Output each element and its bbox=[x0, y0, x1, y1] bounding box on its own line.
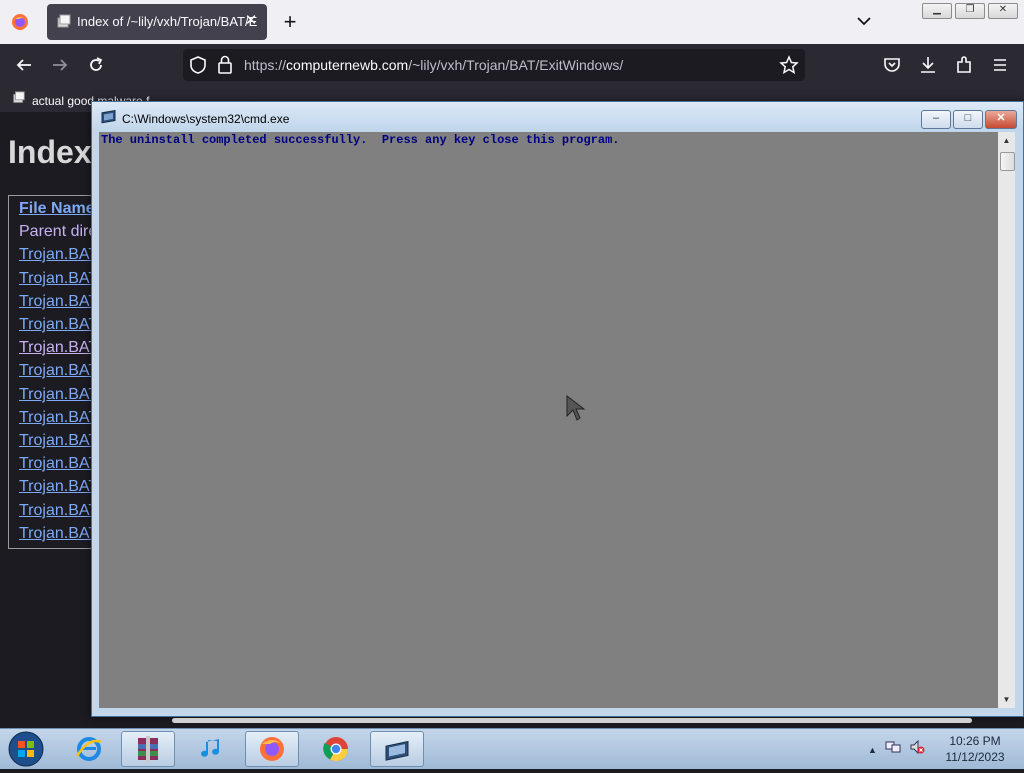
cmd-console-area[interactable]: The uninstall completed successfully. Pr… bbox=[99, 132, 998, 708]
file-link[interactable]: Trojan.BAT bbox=[19, 432, 98, 450]
internet-explorer-icon[interactable] bbox=[62, 731, 116, 767]
url-text[interactable]: https://computernewb.com/~lily/vxh/Troja… bbox=[244, 57, 623, 73]
browser-window-controls: ▁ ❐ ✕ bbox=[922, 3, 1018, 19]
browser-restore-button[interactable]: ❐ bbox=[955, 3, 985, 19]
cmd-title-bar[interactable]: C:\Windows\system32\cmd.exe – □ ✕ bbox=[92, 102, 1023, 132]
file-link[interactable]: Trojan.BAT bbox=[19, 478, 98, 496]
clock-date: 11/12/2023 bbox=[945, 750, 1005, 764]
file-link[interactable]: Trojan.BAT bbox=[19, 386, 98, 404]
new-tab-icon[interactable]: + bbox=[280, 11, 300, 33]
file-link[interactable]: Trojan.BAT bbox=[19, 293, 98, 311]
tab-title: Index of /~lily/vxh/Trojan/BAT/ExitWindo… bbox=[77, 14, 257, 29]
scroll-up-icon[interactable]: ▲ bbox=[998, 132, 1015, 149]
url-host: computernewb.com bbox=[286, 57, 409, 73]
firefox-icon[interactable] bbox=[245, 731, 299, 767]
menu-icon[interactable] bbox=[990, 55, 1010, 75]
file-link[interactable]: Trojan.BAT bbox=[19, 270, 98, 288]
bookmark-favicon-icon bbox=[12, 91, 26, 110]
column-header-file-name[interactable]: File Name bbox=[19, 200, 95, 218]
cmd-close-button[interactable]: ✕ bbox=[985, 110, 1017, 129]
firefox-menu-icon[interactable] bbox=[8, 10, 32, 34]
volume-muted-icon[interactable] bbox=[909, 739, 925, 760]
tab-active[interactable]: Index of /~lily/vxh/Trojan/BAT/ExitWindo… bbox=[47, 4, 267, 40]
scroll-down-icon[interactable]: ▼ bbox=[998, 691, 1015, 708]
reload-icon[interactable] bbox=[86, 55, 106, 75]
file-link[interactable]: Trojan.BAT bbox=[19, 455, 98, 473]
pocket-icon[interactable] bbox=[882, 55, 902, 75]
file-link[interactable]: Trojan.BAT bbox=[19, 409, 98, 427]
download-icon[interactable] bbox=[918, 55, 938, 75]
page-favicon-icon bbox=[56, 14, 72, 30]
browser-nav-bar: https://computernewb.com/~lily/vxh/Troja… bbox=[0, 44, 1024, 86]
url-path: /~lily/vxh/Trojan/BAT/ExitWindows/ bbox=[408, 57, 624, 73]
shield-icon[interactable] bbox=[189, 55, 207, 80]
scroll-thumb[interactable] bbox=[1000, 152, 1015, 171]
browser-tab-bar: Index of /~lily/vxh/Trojan/BAT/ExitWindo… bbox=[0, 0, 1024, 44]
extensions-icon[interactable] bbox=[954, 55, 974, 75]
browser-minimize-button[interactable]: ▁ bbox=[922, 3, 952, 19]
browser-close-button[interactable]: ✕ bbox=[988, 3, 1018, 19]
file-link[interactable]: Trojan.BAT bbox=[19, 362, 98, 380]
cmd-taskbar-icon[interactable] bbox=[370, 731, 424, 767]
cmd-maximize-button[interactable]: □ bbox=[953, 110, 983, 129]
cmd-minimize-button[interactable]: – bbox=[921, 110, 951, 129]
url-bar[interactable]: https://computernewb.com/~lily/vxh/Troja… bbox=[183, 49, 805, 81]
file-link[interactable]: Trojan.BAT bbox=[19, 525, 98, 543]
system-tray: ▲ bbox=[868, 739, 925, 760]
list-all-tabs-icon[interactable] bbox=[855, 12, 873, 30]
mouse-cursor-icon bbox=[565, 394, 589, 422]
star-icon[interactable] bbox=[779, 55, 799, 80]
forward-icon[interactable] bbox=[50, 55, 70, 75]
back-icon[interactable] bbox=[14, 55, 34, 75]
cmd-output-line: The uninstall completed successfully. Pr… bbox=[101, 133, 620, 147]
cmd-vertical-scrollbar[interactable]: ▲ ▼ bbox=[998, 132, 1015, 708]
cmd-icon[interactable] bbox=[101, 109, 117, 126]
network-icon[interactable] bbox=[885, 739, 901, 760]
file-link[interactable]: Trojan.BAT bbox=[19, 502, 98, 520]
cmd-title: C:\Windows\system32\cmd.exe bbox=[122, 112, 290, 126]
chrome-icon[interactable] bbox=[309, 731, 363, 767]
file-link[interactable]: Trojan.BAT bbox=[19, 339, 98, 357]
taskbar-clock[interactable]: 10:26 PM 11/12/2023 bbox=[940, 733, 1010, 765]
url-prefix: https:// bbox=[244, 57, 287, 73]
file-link[interactable]: Trojan.BAT bbox=[19, 246, 98, 264]
cmd-window-controls: – □ ✕ bbox=[921, 110, 1017, 129]
lock-icon[interactable] bbox=[217, 55, 233, 80]
page-title: Index bbox=[8, 134, 92, 170]
clock-time: 10:26 PM bbox=[949, 734, 1001, 748]
itunes-icon[interactable] bbox=[185, 731, 239, 767]
page-horizontal-scrollbar[interactable] bbox=[172, 718, 972, 723]
cmd-window[interactable]: C:\Windows\system32\cmd.exe – □ ✕ The un… bbox=[91, 101, 1024, 717]
start-button-icon[interactable] bbox=[6, 730, 46, 768]
windows-taskbar: ▲ 10:26 PM 11/12/2023 bbox=[0, 728, 1024, 769]
tab-close-icon[interactable]: ✕ bbox=[243, 13, 259, 29]
file-link[interactable]: Trojan.BAT bbox=[19, 316, 98, 334]
show-hidden-icons-icon[interactable]: ▲ bbox=[868, 745, 877, 755]
winrar-icon[interactable] bbox=[121, 731, 175, 767]
parent-directory-link[interactable]: Parent dire bbox=[19, 223, 97, 241]
